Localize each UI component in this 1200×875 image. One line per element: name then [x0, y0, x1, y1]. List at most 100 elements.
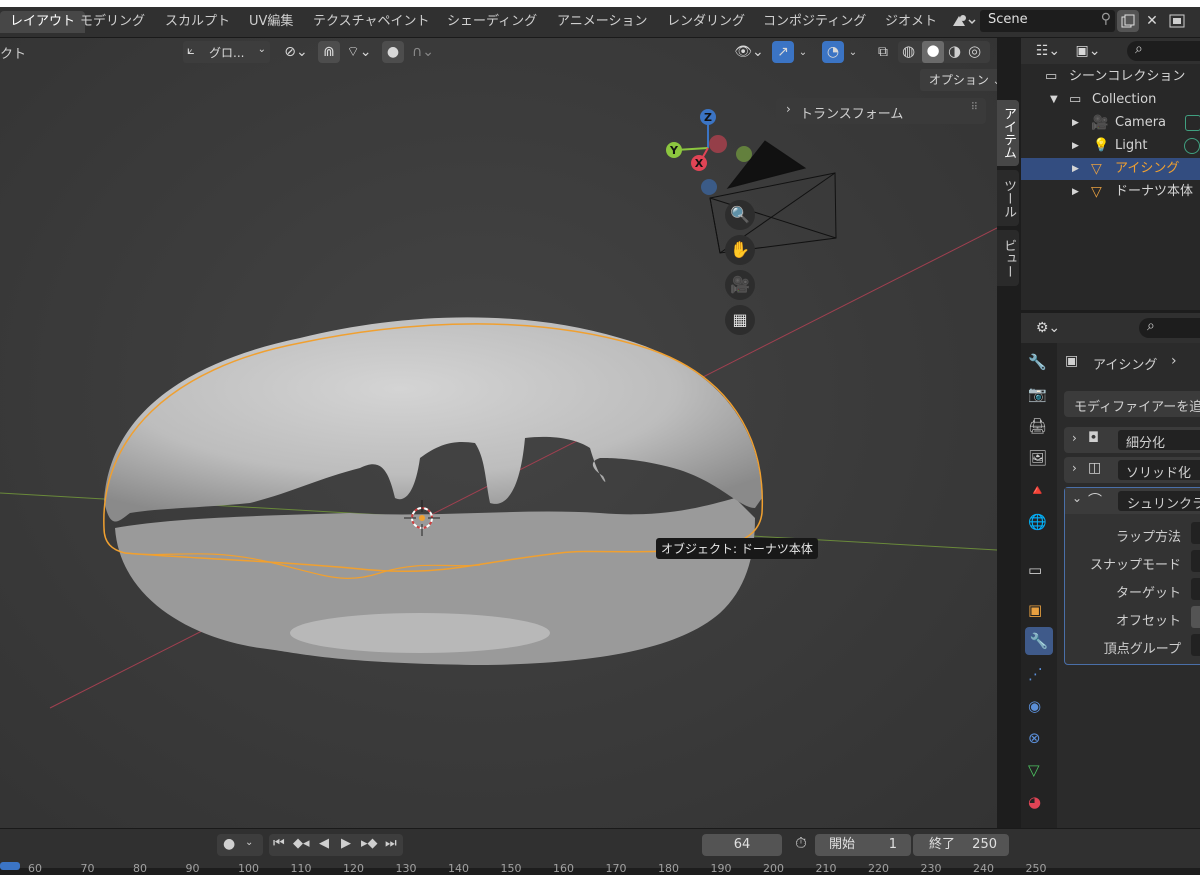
- scene-selector-icon[interactable]: [948, 10, 978, 32]
- outliner-item-light[interactable]: ▶ 💡 Light: [1021, 135, 1200, 157]
- outliner-item-camera[interactable]: ▶ 🎥 Camera: [1021, 112, 1200, 134]
- tab-animation[interactable]: アニメーション: [547, 11, 657, 33]
- material-shading-icon[interactable]: ◑: [948, 42, 961, 60]
- outliner-search-input[interactable]: ⌕: [1127, 41, 1200, 61]
- chevron-down-icon[interactable]: ⌄: [1072, 491, 1082, 505]
- scene-name-field[interactable]: Scene ⚲: [980, 10, 1115, 32]
- properties-editor[interactable]: ⚙⌄ ⌕ 🔧 📷 🖨 🖼 🔺 🌐 ▭ ▣ 🔧 ⋰ ◉ ⊗ ▽ ◕ ▩ ▣ アイシ…: [1021, 313, 1200, 843]
- mode-menu-label[interactable]: クト: [0, 43, 26, 62]
- drag-handle-icon[interactable]: ⠿: [971, 102, 978, 113]
- chevron-right-icon[interactable]: ›: [1072, 461, 1077, 475]
- vertex-group-field[interactable]: [1191, 634, 1200, 656]
- view-layer-icon[interactable]: [1166, 10, 1188, 32]
- view-layer-icon[interactable]: 🖼: [1028, 449, 1047, 467]
- tool-settings-icon[interactable]: 🔧: [1028, 353, 1047, 371]
- gizmo-dropdown-icon[interactable]: ⌄: [795, 41, 811, 63]
- pivot-point-icon[interactable]: ⊘⌄: [280, 41, 312, 63]
- chevron-down-icon[interactable]: ⌄: [245, 837, 253, 848]
- pin-icon[interactable]: ⚲: [1101, 11, 1111, 27]
- tab-item[interactable]: アイテム: [997, 100, 1019, 166]
- expand-right-icon[interactable]: ▶: [1072, 135, 1079, 157]
- wrap-method-dropdown[interactable]: [1191, 522, 1200, 544]
- expand-right-icon[interactable]: ▶: [1072, 158, 1079, 180]
- world-icon[interactable]: 🌐: [1028, 513, 1047, 531]
- tab-geometry[interactable]: ジオメト: [875, 11, 947, 33]
- play-reverse-icon[interactable]: ◀: [319, 836, 329, 851]
- snap-toggle-icon[interactable]: ⋒: [318, 41, 340, 63]
- transform-panel[interactable]: › トランスフォーム ⠿: [776, 98, 986, 124]
- play-icon[interactable]: ▶: [341, 836, 351, 851]
- modifier-subdivision[interactable]: › ◘ 細分化: [1064, 427, 1200, 453]
- chevron-right-icon[interactable]: ›: [1072, 431, 1077, 445]
- expand-down-icon[interactable]: ▼: [1050, 89, 1058, 111]
- overlays-dropdown-icon[interactable]: ⌄: [845, 41, 861, 63]
- tab-rendering[interactable]: レンダリング: [657, 11, 755, 33]
- output-icon[interactable]: 🖨: [1028, 417, 1047, 435]
- zoom-icon[interactable]: 🔍: [725, 200, 755, 230]
- editor-type-icon[interactable]: ⚙⌄: [1031, 317, 1065, 339]
- record-icon[interactable]: ●: [223, 836, 235, 852]
- properties-search-input[interactable]: ⌕: [1139, 318, 1200, 338]
- outliner[interactable]: ☷⌄ ▣⌄ ⌕ ▭ シーンコレクション ▼ ▭ Collection ▶ 🎥 C…: [1021, 38, 1200, 310]
- scene-icon[interactable]: 🔺: [1028, 481, 1047, 499]
- jump-end-icon[interactable]: ⏭: [385, 836, 397, 851]
- modifiers-wrench-icon[interactable]: 🔧: [1025, 627, 1053, 655]
- solid-shading-icon[interactable]: ●: [922, 41, 944, 63]
- tab-tool[interactable]: ツール: [997, 170, 1019, 226]
- jump-start-icon[interactable]: ⏮: [273, 836, 285, 851]
- rendered-shading-icon[interactable]: ◎: [968, 42, 981, 60]
- tab-compositing[interactable]: コンポジティング: [753, 11, 876, 33]
- camera-view-icon[interactable]: 🎥: [725, 270, 755, 300]
- constraints-icon[interactable]: ⊗: [1028, 729, 1041, 747]
- editor-type-icon[interactable]: ☷⌄: [1031, 40, 1065, 62]
- falloff-icon[interactable]: ∩⌄: [406, 41, 440, 63]
- transform-orientation-dropdown[interactable]: ⟀ グロ... ⌄: [183, 41, 270, 63]
- tab-uv-editing[interactable]: UV編集: [239, 11, 303, 33]
- physics-icon[interactable]: ◉: [1028, 697, 1041, 715]
- light-data-icon[interactable]: [1184, 138, 1200, 154]
- wireframe-shading-icon[interactable]: ◍: [902, 42, 915, 60]
- overlays-toggle-icon[interactable]: ◔: [822, 41, 844, 63]
- end-frame-field[interactable]: 終了 250: [913, 834, 1009, 856]
- collection-row[interactable]: ▼ ▭ Collection: [1021, 89, 1200, 111]
- target-field[interactable]: [1191, 578, 1200, 600]
- new-scene-icon[interactable]: [1117, 10, 1139, 32]
- gizmo-toggle-icon[interactable]: ↗: [772, 41, 794, 63]
- scene-collection-row[interactable]: ▭ シーンコレクション: [1021, 66, 1200, 88]
- outliner-item-donut-body[interactable]: ▶ ▽ ドーナツ本体: [1021, 181, 1200, 203]
- stopwatch-icon[interactable]: ⏱: [790, 834, 812, 856]
- options-dropdown[interactable]: オプション ⌄: [920, 69, 997, 91]
- add-modifier-button[interactable]: モディファイアーを追加: [1064, 391, 1200, 417]
- shading-dropdown-icon[interactable]: ⌄: [993, 41, 998, 63]
- expand-right-icon[interactable]: ▶: [1072, 181, 1079, 203]
- tab-sculpt[interactable]: スカルプト: [155, 11, 240, 33]
- proportional-edit-icon[interactable]: ●: [382, 41, 404, 63]
- offset-field[interactable]: [1191, 606, 1200, 628]
- render-icon[interactable]: 📷: [1028, 385, 1047, 403]
- start-frame-field[interactable]: 開始 1: [815, 834, 911, 856]
- delete-scene-icon[interactable]: ✕: [1141, 10, 1163, 32]
- snap-mode-dropdown[interactable]: [1191, 550, 1200, 572]
- playhead-marker[interactable]: [0, 862, 20, 870]
- xray-toggle-icon[interactable]: ⧉: [872, 41, 894, 63]
- display-mode-icon[interactable]: ▣⌄: [1071, 40, 1105, 62]
- material-icon[interactable]: ◕: [1028, 793, 1041, 811]
- camera-data-icon[interactable]: [1185, 115, 1200, 131]
- outliner-item-icing[interactable]: ▶ ▽ アイシング: [1021, 158, 1200, 180]
- current-frame-field[interactable]: 64: [702, 834, 782, 856]
- tab-texture-paint[interactable]: テクスチャペイント: [303, 11, 439, 33]
- object-data-icon[interactable]: ▽: [1028, 761, 1040, 779]
- 3d-viewport[interactable]: クト ⟀ グロ... ⌄ ⊘⌄ ⋒ ⌔⌄ ● ∩⌄ 👁⌄ ↗ ⌄ ◔ ⌄ ⧉ ◍…: [0, 38, 997, 828]
- expand-right-icon[interactable]: ▶: [1072, 112, 1079, 134]
- visibility-icon[interactable]: 👁⌄: [731, 41, 767, 63]
- collection-icon[interactable]: ▭: [1028, 561, 1042, 579]
- pan-hand-icon[interactable]: ✋: [725, 235, 755, 265]
- prev-keyframe-icon[interactable]: ◆◂: [293, 836, 310, 851]
- tab-view[interactable]: ビュー: [997, 230, 1019, 286]
- object-icon[interactable]: ▣: [1028, 601, 1042, 619]
- particles-icon[interactable]: ⋰: [1028, 665, 1043, 683]
- snap-target-icon[interactable]: ⌔⌄: [341, 41, 377, 63]
- tab-shading[interactable]: シェーディング: [437, 11, 547, 33]
- tab-modeling[interactable]: モデリング: [70, 11, 155, 33]
- next-keyframe-icon[interactable]: ▸◆: [361, 836, 378, 851]
